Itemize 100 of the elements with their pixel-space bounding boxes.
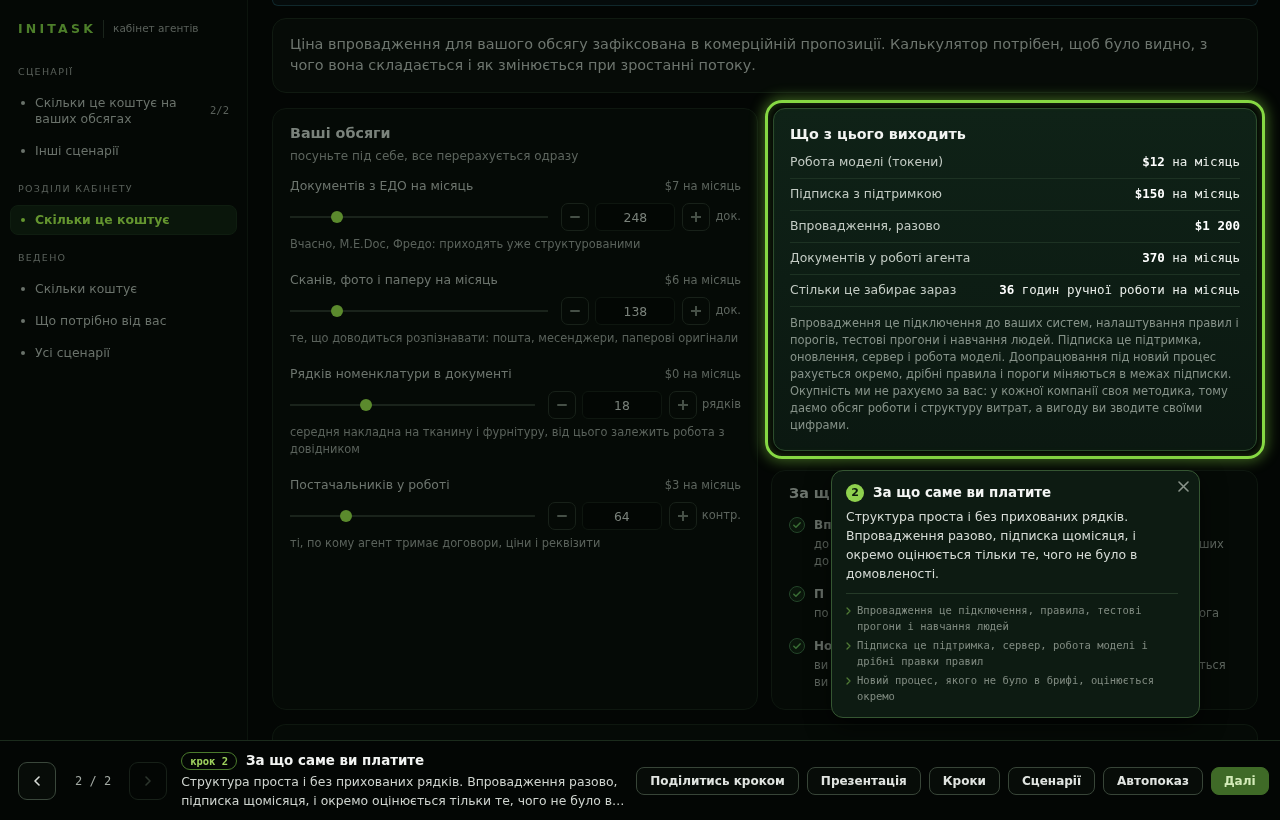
chevron-right-icon <box>145 775 152 786</box>
slider-label: Рядків номенклатури в документі <box>290 365 512 383</box>
previous-button[interactable] <box>18 761 56 800</box>
bullet-icon <box>21 351 25 355</box>
check-icon <box>789 586 805 602</box>
sidebar-item[interactable]: Скільки коштує <box>10 274 237 304</box>
close-icon <box>1177 480 1189 492</box>
bullet-icon <box>21 218 25 222</box>
slider-thumb[interactable] <box>359 399 372 411</box>
summary-note: Впровадження це підключення до ваших систем, налаштування правил і порогів, тестові прогони і навчання людей. Підписка це підтримка, оновлення, сервер і робота моделі. Доопрацювання під новий процес рахується окремо, дрібні правила і пороги міняються в межах підписки. Окупність ми не рахуємо за вас: у кожної компанії своя методика, тому даємо обсяг роботи і структуру витрат, а вигоду ви зводите своїми цифрами. <box>790 315 1240 434</box>
summary-label: Підписка з підтримкою <box>790 185 942 204</box>
slider-label: Документів з ЕДО на місяць <box>290 177 474 195</box>
step-number: 2 <box>846 484 864 502</box>
item-text: по <box>814 605 829 622</box>
popover-text: Структура проста і без прихованих рядків. Впровадження разово, підписка щомісяця, і окремо оцінюється тільки те, чого не було в домовленості. <box>846 508 1139 583</box>
unit-label: док. <box>715 208 741 226</box>
step-title: За що саме ви платите <box>246 751 425 770</box>
summary-value: 370 на місяць <box>1142 249 1240 268</box>
item-text: ви <box>814 657 829 674</box>
close-button[interactable] <box>1176 479 1190 493</box>
popover-point: Новий процес, якого не було в брифі, оцінюється окремо <box>857 673 1156 704</box>
minus-icon <box>570 216 581 218</box>
cost-text: $6 на місяць <box>664 272 741 289</box>
check-icon <box>789 517 805 533</box>
item-title: Вп <box>814 518 832 532</box>
decrease-button[interactable] <box>561 203 590 231</box>
logo: INITASK <box>17 20 97 38</box>
summary-label: Впровадження, разово <box>790 217 941 236</box>
bullet-icon <box>21 319 25 323</box>
item-text: ви <box>814 674 829 691</box>
summary-label: Документів у роботі агента <box>790 249 971 268</box>
chevron-icon <box>846 607 851 615</box>
step-counter: 2 / 2 <box>75 772 112 790</box>
sidebar-item[interactable]: Інші сценарії <box>10 136 237 166</box>
summary-label: Стільки це забирає зараз <box>790 281 957 300</box>
toolbar-button[interactable]: Поділитись кроком <box>636 766 799 795</box>
number-field[interactable]: 138 <box>595 297 676 325</box>
slider-thumb[interactable] <box>340 510 353 522</box>
toolbar-button[interactable]: Сценарії <box>1008 766 1096 795</box>
bullet-icon <box>21 287 25 291</box>
increase-button[interactable] <box>668 391 697 419</box>
toolbar-button[interactable]: Кроки <box>928 766 1000 795</box>
slider-hint: те, що доводиться розпізнавати: пошта, месенджери, паперові оригінали <box>290 330 740 347</box>
item-text: ога <box>1199 606 1220 620</box>
chevron-icon <box>846 642 851 650</box>
card-subtitle: посуньте під себе, все перерахується одразу <box>290 148 580 165</box>
decrease-button[interactable] <box>561 297 590 325</box>
decrease-button[interactable] <box>547 391 576 419</box>
card-title: Ваші обсяги <box>290 124 392 143</box>
item-count: 2/2 <box>209 103 230 119</box>
intro-text: Ціна впровадження для вашого обсягу зафіксована в комерційній пропозиції. Калькулятор потрібен, щоб було видно, з чого вона складається і як змінюється при зростанні потоку. <box>290 35 1209 75</box>
chevron-icon <box>846 677 851 685</box>
section-title: СЦЕНАРІЇ <box>18 66 74 77</box>
next-step-button[interactable]: Далі <box>1210 766 1269 795</box>
slider-thumb[interactable] <box>330 211 343 223</box>
number-field[interactable]: 18 <box>581 391 662 419</box>
increase-button[interactable] <box>682 203 711 231</box>
unit-label: док. <box>715 302 741 320</box>
summary-label: Робота моделі (токени) <box>790 153 944 172</box>
increase-button[interactable] <box>668 502 697 530</box>
summary-value: $12 на місяць <box>1142 153 1240 172</box>
increase-button[interactable] <box>682 297 711 325</box>
card-title: Що з цього виходить <box>790 125 967 144</box>
card-title: За щ <box>789 484 830 503</box>
chevron-left-icon <box>34 775 40 786</box>
popover-point: Впровадження це підключення, правила, тестові прогони і навчання людей <box>857 603 1143 634</box>
item-text: ться <box>1199 658 1226 672</box>
slider-label: Сканів, фото і паперу на місяць <box>290 271 498 289</box>
slider-label: Постачальників у роботі <box>290 476 450 494</box>
step-description: Структура проста і без прихованих рядків. Впровадження разово, підписка щомісяця, і окремо оцінюється тільки те, чого не було в… <box>181 772 626 810</box>
bullet-icon <box>21 101 25 105</box>
section-title: ВЕДЕНО <box>18 252 67 263</box>
toolbar-button[interactable]: Автопоказ <box>1103 766 1203 795</box>
cost-text: $0 на місяць <box>664 366 741 383</box>
popover-title: За що саме ви платите <box>873 484 1052 502</box>
plus-icon <box>691 306 702 316</box>
sidebar-item[interactable]: Скільки це коштує <box>10 205 237 235</box>
number-field[interactable]: 64 <box>581 502 662 530</box>
toolbar-button[interactable]: Презентація <box>806 766 921 795</box>
number-field[interactable]: 248 <box>595 203 676 231</box>
cost-text: $3 на місяць <box>664 477 741 494</box>
popover-point: Підписка це підтримка, сервер, робота моделі і дрібні правки правил <box>857 638 1149 669</box>
cost-text: $7 на місяць <box>664 178 741 195</box>
sidebar-item[interactable]: Усі сценарії <box>10 338 237 368</box>
sidebar-item[interactable]: Скільки це коштує на ваших обсягах <box>10 88 199 134</box>
item-title: П <box>814 587 825 601</box>
decrease-button[interactable] <box>547 502 576 530</box>
slider-hint: середня накладна на тканину і фурнітуру, від цього залежить робота з довідником <box>290 424 726 458</box>
bullet-icon <box>21 149 25 153</box>
slider-thumb[interactable] <box>330 305 343 317</box>
minus-icon <box>570 310 581 312</box>
item-text: до <box>814 553 829 570</box>
item-text: ших <box>1199 537 1224 551</box>
sidebar-item[interactable]: Що потрібно від вас <box>10 306 237 336</box>
slider-hint: ті, по кому агент тримає договори, ціни і реквізити <box>290 535 602 552</box>
item-text: до <box>814 536 829 553</box>
app-subtitle: кабінет агентів <box>113 21 199 37</box>
slider-hint: Вчасно, M.E.Doc, Фредо: приходять уже структурованими <box>290 236 642 253</box>
item-title: Но <box>814 639 833 653</box>
unit-label: рядків <box>701 396 741 414</box>
